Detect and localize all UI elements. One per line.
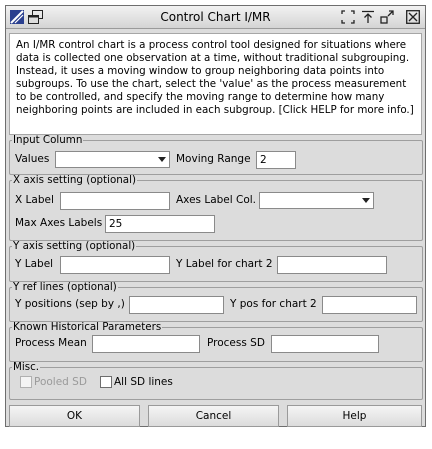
max-axes-labels-input[interactable]	[105, 215, 215, 233]
moving-range-label: Moving Range	[176, 153, 251, 165]
axes-label-col-dropdown[interactable]	[259, 192, 374, 209]
dialog-window: Control Chart I/MR An I/MR control chart…	[5, 5, 426, 427]
axes-label-col-label: Axes Label Col.	[176, 194, 257, 206]
y-ref-legend: Y ref lines (optional)	[13, 281, 117, 293]
y-label-input[interactable]	[60, 256, 170, 274]
minimize-icon[interactable]	[380, 10, 394, 25]
cancel-button[interactable]: Cancel	[148, 405, 279, 427]
y-axis-legend: Y axis setting (optional)	[13, 240, 136, 252]
process-sd-input[interactable]	[271, 335, 379, 353]
historical-legend: Known Historical Parameters	[13, 321, 162, 333]
ok-button[interactable]: OK	[9, 405, 140, 427]
x-label-label: X Label	[15, 194, 54, 206]
chevron-down-icon	[359, 194, 372, 207]
y-label-chart2-label: Y Label for chart 2	[176, 258, 273, 270]
close-icon[interactable]	[406, 10, 420, 25]
process-sd-label: Process SD	[207, 337, 265, 349]
title-bar[interactable]: Control Chart I/MR	[6, 6, 425, 29]
description-text: An I/MR control chart is a process contr…	[9, 33, 422, 135]
all-sd-lines-label: All SD lines	[114, 376, 173, 388]
y-label-chart2-input[interactable]	[277, 256, 387, 274]
moving-range-input[interactable]	[256, 151, 296, 169]
y-pos-chart2-label: Y pos for chart 2	[230, 298, 317, 310]
max-axes-labels-label: Max Axes Labels	[15, 217, 103, 229]
pooled-sd-checkbox[interactable]	[20, 376, 32, 388]
values-dropdown[interactable]	[55, 151, 170, 168]
misc-legend: Misc.	[13, 361, 40, 373]
x-label-input[interactable]	[60, 192, 170, 210]
input-column-legend: Input Column	[13, 134, 83, 146]
values-label: Values	[15, 153, 50, 165]
all-sd-lines-checkbox[interactable]	[100, 376, 112, 388]
y-positions-input[interactable]	[129, 296, 224, 314]
y-label-label: Y Label	[15, 258, 54, 270]
help-button[interactable]: Help	[287, 405, 422, 427]
chevron-down-icon	[155, 153, 168, 166]
y-positions-label: Y positions (sep by ,)	[15, 298, 125, 310]
x-axis-legend: X axis setting (optional)	[13, 174, 136, 186]
pin-icon[interactable]	[361, 10, 375, 25]
process-mean-input[interactable]	[92, 335, 200, 353]
restore-icon[interactable]	[341, 10, 355, 25]
process-mean-label: Process Mean	[15, 337, 87, 349]
y-pos-chart2-input[interactable]	[322, 296, 417, 314]
pooled-sd-label: Pooled SD	[34, 376, 87, 388]
